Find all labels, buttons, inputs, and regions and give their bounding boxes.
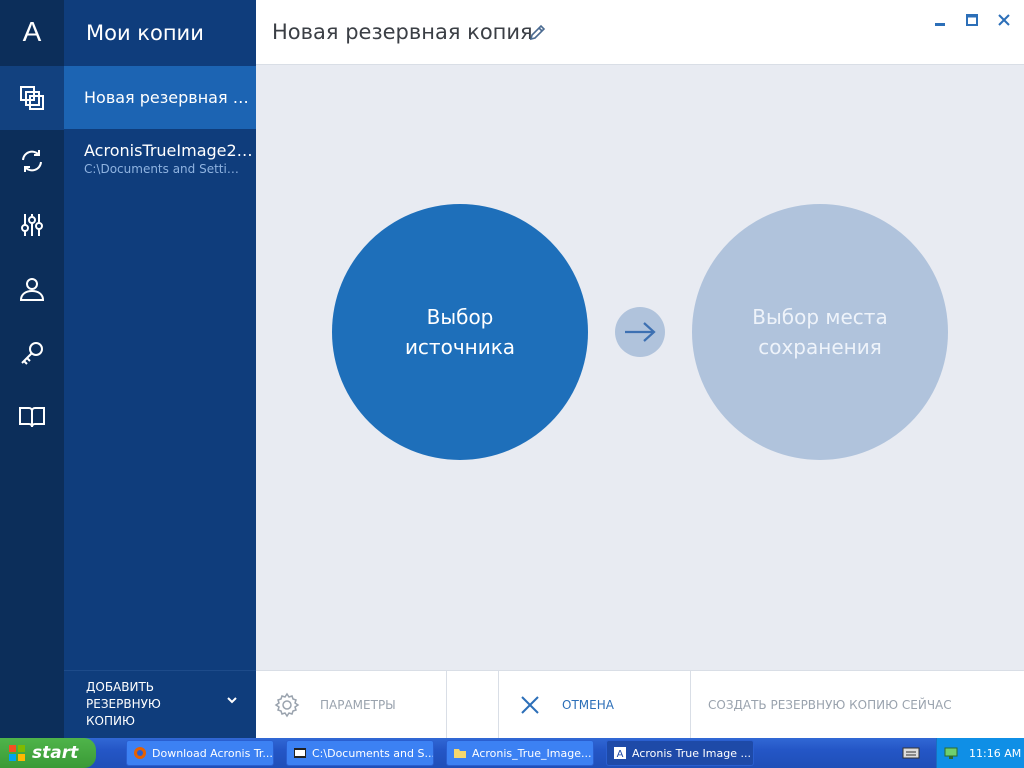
backup-item-title: AcronisTrueImage2014 bbox=[84, 141, 256, 160]
backup-list-item[interactable]: AcronisTrueImage2014 C:\Documents and Se… bbox=[64, 129, 256, 191]
cancel-button[interactable]: ОТМЕНА bbox=[520, 671, 614, 739]
key-icon bbox=[21, 342, 43, 365]
source-label-line: Выбор bbox=[426, 305, 494, 329]
select-source-label: Выбор источника bbox=[405, 302, 515, 362]
firefox-icon bbox=[134, 747, 146, 759]
acronis-logo: A bbox=[0, 0, 64, 64]
7zip-icon bbox=[294, 748, 306, 758]
backup-list-title: Мои копии bbox=[86, 21, 204, 45]
rail-item-backup[interactable] bbox=[0, 66, 64, 130]
source-label-line: источника bbox=[404, 335, 516, 359]
add-backup-line: КОПИЮ bbox=[86, 714, 135, 728]
backup-list-item[interactable]: Новая резервная копия bbox=[64, 66, 256, 129]
backup-now-button[interactable]: СОЗДАТЬ РЕЗЕРВНУЮ КОПИЮ СЕЙЧАС bbox=[708, 671, 952, 739]
minimize-icon[interactable] bbox=[932, 12, 948, 28]
navigation-rail: A bbox=[0, 0, 64, 738]
taskbar-button[interactable]: Acronis_True_Image... bbox=[446, 740, 594, 766]
folder-icon bbox=[454, 749, 466, 758]
account-icon bbox=[19, 278, 45, 301]
taskbar-button-active[interactable]: A Acronis True Image ... bbox=[606, 740, 754, 766]
pencil-icon[interactable] bbox=[528, 24, 546, 42]
start-button[interactable]: start bbox=[0, 738, 96, 768]
taskbar-label: Acronis_True_Image... bbox=[472, 746, 592, 760]
add-backup-line: РЕЗЕРВНУЮ bbox=[86, 697, 161, 711]
gear-icon bbox=[274, 692, 300, 718]
backup-now-label: СОЗДАТЬ РЕЗЕРВНУЮ КОПИЮ СЕЙЧАС bbox=[708, 698, 952, 712]
select-source-button[interactable]: Выбор источника bbox=[332, 204, 588, 460]
logo-letter: A bbox=[22, 16, 42, 47]
add-backup-line: ДОБАВИТЬ bbox=[86, 680, 155, 694]
backup-wizard-canvas: Выбор источника Выбор места сохранения bbox=[256, 65, 1024, 670]
cancel-label: ОТМЕНА bbox=[562, 698, 614, 712]
sync-icon bbox=[22, 150, 42, 172]
rail-item-sync[interactable] bbox=[0, 129, 64, 193]
backup-icon bbox=[20, 86, 44, 110]
maximize-icon[interactable] bbox=[964, 12, 980, 28]
book-icon bbox=[19, 407, 45, 428]
select-destination-label: Выбор места сохранения bbox=[752, 302, 887, 362]
divider bbox=[690, 671, 691, 739]
rail-item-key[interactable] bbox=[0, 321, 64, 385]
taskbar-button[interactable]: Download Acronis Tr... bbox=[126, 740, 274, 766]
add-backup-label: ДОБАВИТЬ РЕЗЕРВНУЮ КОПИЮ bbox=[86, 679, 161, 730]
system-tray: 11:16 AM bbox=[936, 738, 1024, 768]
title-bar: Новая резервная копия bbox=[256, 0, 1024, 65]
action-bar: ПАРАМЕТРЫ ОТМЕНА СОЗДАТЬ РЕЗЕРВНУЮ КОПИЮ… bbox=[256, 670, 1024, 739]
flow-arrow bbox=[615, 307, 665, 357]
close-icon bbox=[521, 696, 539, 714]
network-icon[interactable] bbox=[943, 745, 959, 761]
settings-button[interactable]: ПАРАМЕТРЫ bbox=[274, 671, 396, 739]
svg-text:A: A bbox=[617, 749, 624, 760]
acronis-icon: A bbox=[614, 747, 626, 760]
divider bbox=[498, 671, 499, 739]
clock: 11:16 AM bbox=[969, 746, 1022, 760]
add-backup-button[interactable]: ДОБАВИТЬ РЕЗЕРВНУЮ КОПИЮ bbox=[64, 670, 256, 738]
tools-icon bbox=[21, 214, 43, 236]
destination-label-line: Выбор места bbox=[752, 305, 888, 329]
rail-item-help[interactable] bbox=[0, 385, 64, 449]
taskbar-label: C:\Documents and S... bbox=[312, 746, 434, 760]
windows-flag-icon bbox=[9, 745, 25, 761]
start-label: start bbox=[32, 743, 79, 763]
close-icon[interactable] bbox=[996, 12, 1012, 28]
windows-taskbar: start Download Acronis Tr... C:\Document… bbox=[0, 738, 1024, 768]
page-title: Новая резервная копия bbox=[272, 20, 533, 44]
backup-item-title: Новая резервная копия bbox=[84, 88, 256, 107]
taskbar-label: Download Acronis Tr... bbox=[152, 746, 273, 760]
backup-item-path: C:\Documents and Settings bbox=[84, 162, 244, 176]
rail-item-tools[interactable] bbox=[0, 193, 64, 257]
keyboard-icon[interactable] bbox=[902, 746, 920, 760]
rail-item-account[interactable] bbox=[0, 257, 64, 321]
taskbar-button[interactable]: C:\Documents and S... bbox=[286, 740, 434, 766]
select-destination-button[interactable]: Выбор места сохранения bbox=[692, 204, 948, 460]
settings-label: ПАРАМЕТРЫ bbox=[320, 698, 396, 712]
taskbar-label: Acronis True Image ... bbox=[632, 746, 751, 760]
backup-list-panel: Мои копии Новая резервная копия AcronisT… bbox=[64, 0, 256, 738]
divider bbox=[446, 671, 447, 739]
arrow-right-icon bbox=[625, 322, 656, 342]
chevron-down-icon[interactable] bbox=[226, 695, 238, 705]
destination-label-line: сохранения bbox=[758, 335, 882, 359]
